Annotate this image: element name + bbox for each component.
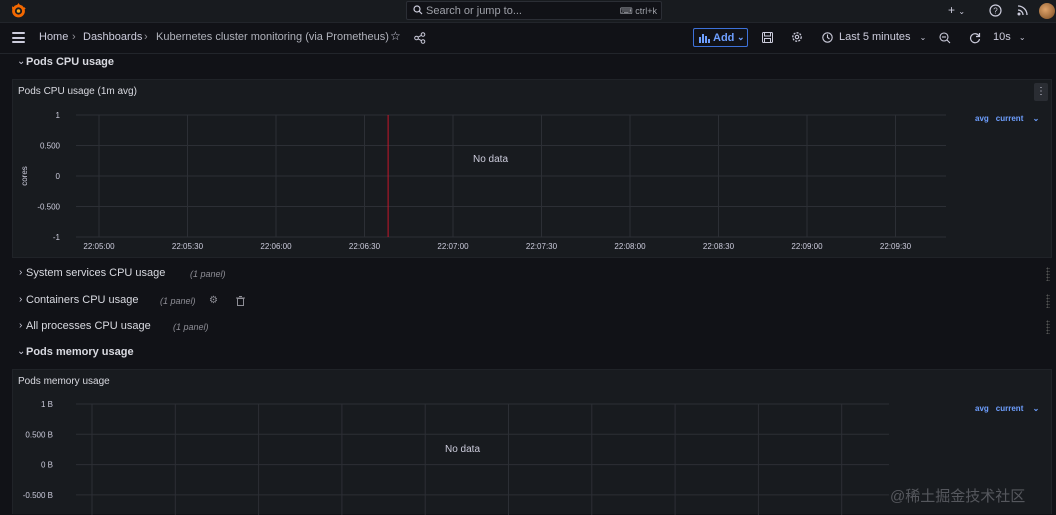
help-icon[interactable]: ? — [989, 4, 1002, 17]
svg-text:?: ? — [993, 7, 998, 16]
search-input[interactable]: Search or jump to... ⌨ ctrl+k — [406, 1, 662, 20]
plus-icon: + — [948, 3, 956, 17]
drag-handle-icon[interactable] — [1046, 320, 1050, 334]
y-tick-label: -0.500 B — [23, 491, 53, 500]
row-title: Containers CPU usage — [26, 294, 139, 306]
menu-icon[interactable] — [12, 32, 25, 43]
row-panel-count: (1 panel) — [160, 296, 196, 306]
x-tick-label: 22:06:00 — [260, 242, 292, 251]
chevron-right-icon: › — [19, 267, 23, 278]
chevron-down-icon: ⌄ — [737, 32, 745, 42]
y-tick-label: 1 — [56, 111, 61, 120]
row-all-processes-cpu-usage[interactable]: › All processes CPU usage (1 panel) — [12, 317, 1052, 337]
dashboard-navbar: Home › Dashboards › Kubernetes cluster m… — [0, 23, 1056, 54]
row-title: System services CPU usage — [26, 267, 166, 279]
row-panel-count: (1 panel) — [173, 322, 209, 332]
x-tick-label: 22:08:30 — [703, 242, 735, 251]
no-data-message: No data — [445, 444, 481, 455]
time-range-picker[interactable]: Last 5 minutes ⌄ — [839, 31, 926, 43]
breadcrumb-dashboards[interactable]: Dashboards — [83, 31, 142, 43]
save-icon[interactable] — [762, 32, 773, 43]
chevron-down-icon: ⌄ — [17, 56, 26, 67]
x-tick-label: 22:05:30 — [172, 242, 204, 251]
y-tick-label: 1 B — [41, 400, 53, 409]
breadcrumb-dashboard-title: Kubernetes cluster monitoring (via Prome… — [156, 31, 389, 43]
gear-icon[interactable] — [791, 31, 803, 43]
trash-icon[interactable] — [236, 296, 245, 306]
x-tick-label: 22:06:30 — [349, 242, 381, 251]
no-data-message: No data — [473, 154, 509, 165]
cpu-usage-chart: 1 0.500 0 -0.500 -1 22:05:00 22:05:30 22:06:00 2… — [20, 111, 946, 251]
row-panel-count: (1 panel) — [190, 269, 226, 279]
add-button-label: Add — [713, 32, 735, 44]
keyboard-icon: ⌨ — [619, 6, 633, 16]
new-menu-button[interactable]: + ⌄ — [948, 3, 965, 17]
y-tick-label: -0.500 — [37, 203, 60, 212]
rss-icon[interactable] — [1017, 5, 1028, 16]
x-tick-label: 22:05:00 — [83, 242, 115, 251]
breadcrumb-separator-icon: › — [72, 31, 76, 43]
y-tick-label: 0.500 — [40, 142, 61, 151]
x-tick-label: 22:09:30 — [880, 242, 912, 251]
row-system-services-cpu-usage[interactable]: › System services CPU usage (1 panel) — [12, 264, 1052, 284]
time-range-label: Last 5 minutes — [839, 31, 911, 43]
chevron-down-icon: ⌄ — [17, 346, 26, 357]
chevron-down-icon: ⌄ — [1018, 33, 1026, 42]
chevron-down-icon: ⌄ — [958, 7, 966, 16]
row-settings-icon[interactable]: ⚙ — [209, 295, 218, 306]
x-tick-label: 22:07:00 — [437, 242, 469, 251]
y-tick-label: 0.500 B — [25, 430, 53, 439]
refresh-icon[interactable] — [969, 32, 981, 44]
search-shortcut-label: ctrl+k — [635, 6, 657, 16]
drag-handle-icon[interactable] — [1046, 267, 1050, 281]
row-pods-cpu-usage[interactable]: ⌄ Pods CPU usage — [12, 53, 1052, 73]
watermark: @稀土掘金技术社区 — [890, 488, 1026, 505]
row-title: All processes CPU usage — [26, 320, 151, 332]
share-icon[interactable] — [414, 32, 426, 44]
row-title: Pods CPU usage — [26, 56, 115, 68]
clock-icon — [822, 32, 833, 43]
y-tick-label: -1 — [53, 233, 61, 242]
y-tick-label: 0 — [56, 172, 61, 181]
row-pods-memory-usage[interactable]: ⌄ Pods memory usage — [12, 343, 1052, 363]
breadcrumb-home[interactable]: Home — [39, 31, 68, 43]
star-icon[interactable]: ☆ — [390, 29, 401, 43]
refresh-interval-picker[interactable]: 10s ⌄ — [993, 31, 1026, 43]
panel-pods-cpu-usage: Pods CPU usage (1m avg) ⋮ avg current ⌄ 1… — [12, 79, 1052, 258]
search-placeholder: Search or jump to... — [426, 5, 522, 17]
row-title: Pods memory usage — [26, 346, 134, 358]
add-panel-icon — [699, 34, 710, 43]
breadcrumb-separator-icon: › — [144, 31, 148, 43]
chevron-right-icon: › — [19, 320, 23, 331]
add-button[interactable]: Add ⌄ — [693, 28, 748, 47]
top-bar: Search or jump to... ⌨ ctrl+k + ⌄ ? — [0, 0, 1056, 23]
y-tick-label: 0 B — [41, 461, 53, 470]
row-containers-cpu-usage[interactable]: › Containers CPU usage (1 panel) ⚙ — [12, 291, 1052, 311]
x-tick-label: 22:09:00 — [791, 242, 823, 251]
chevron-down-icon: ⌄ — [919, 33, 927, 42]
drag-handle-icon[interactable] — [1046, 294, 1050, 308]
refresh-interval-label: 10s — [993, 31, 1011, 43]
search-icon — [413, 5, 423, 15]
x-tick-label: 22:07:30 — [526, 242, 558, 251]
user-avatar[interactable] — [1039, 3, 1055, 19]
chevron-right-icon: › — [19, 294, 23, 305]
x-tick-label: 22:08:00 — [614, 242, 646, 251]
search-shortcut: ⌨ ctrl+k — [620, 6, 657, 17]
zoom-out-icon[interactable] — [939, 32, 951, 44]
y-axis-label: cores — [20, 166, 29, 186]
grafana-logo-icon[interactable] — [10, 3, 27, 19]
